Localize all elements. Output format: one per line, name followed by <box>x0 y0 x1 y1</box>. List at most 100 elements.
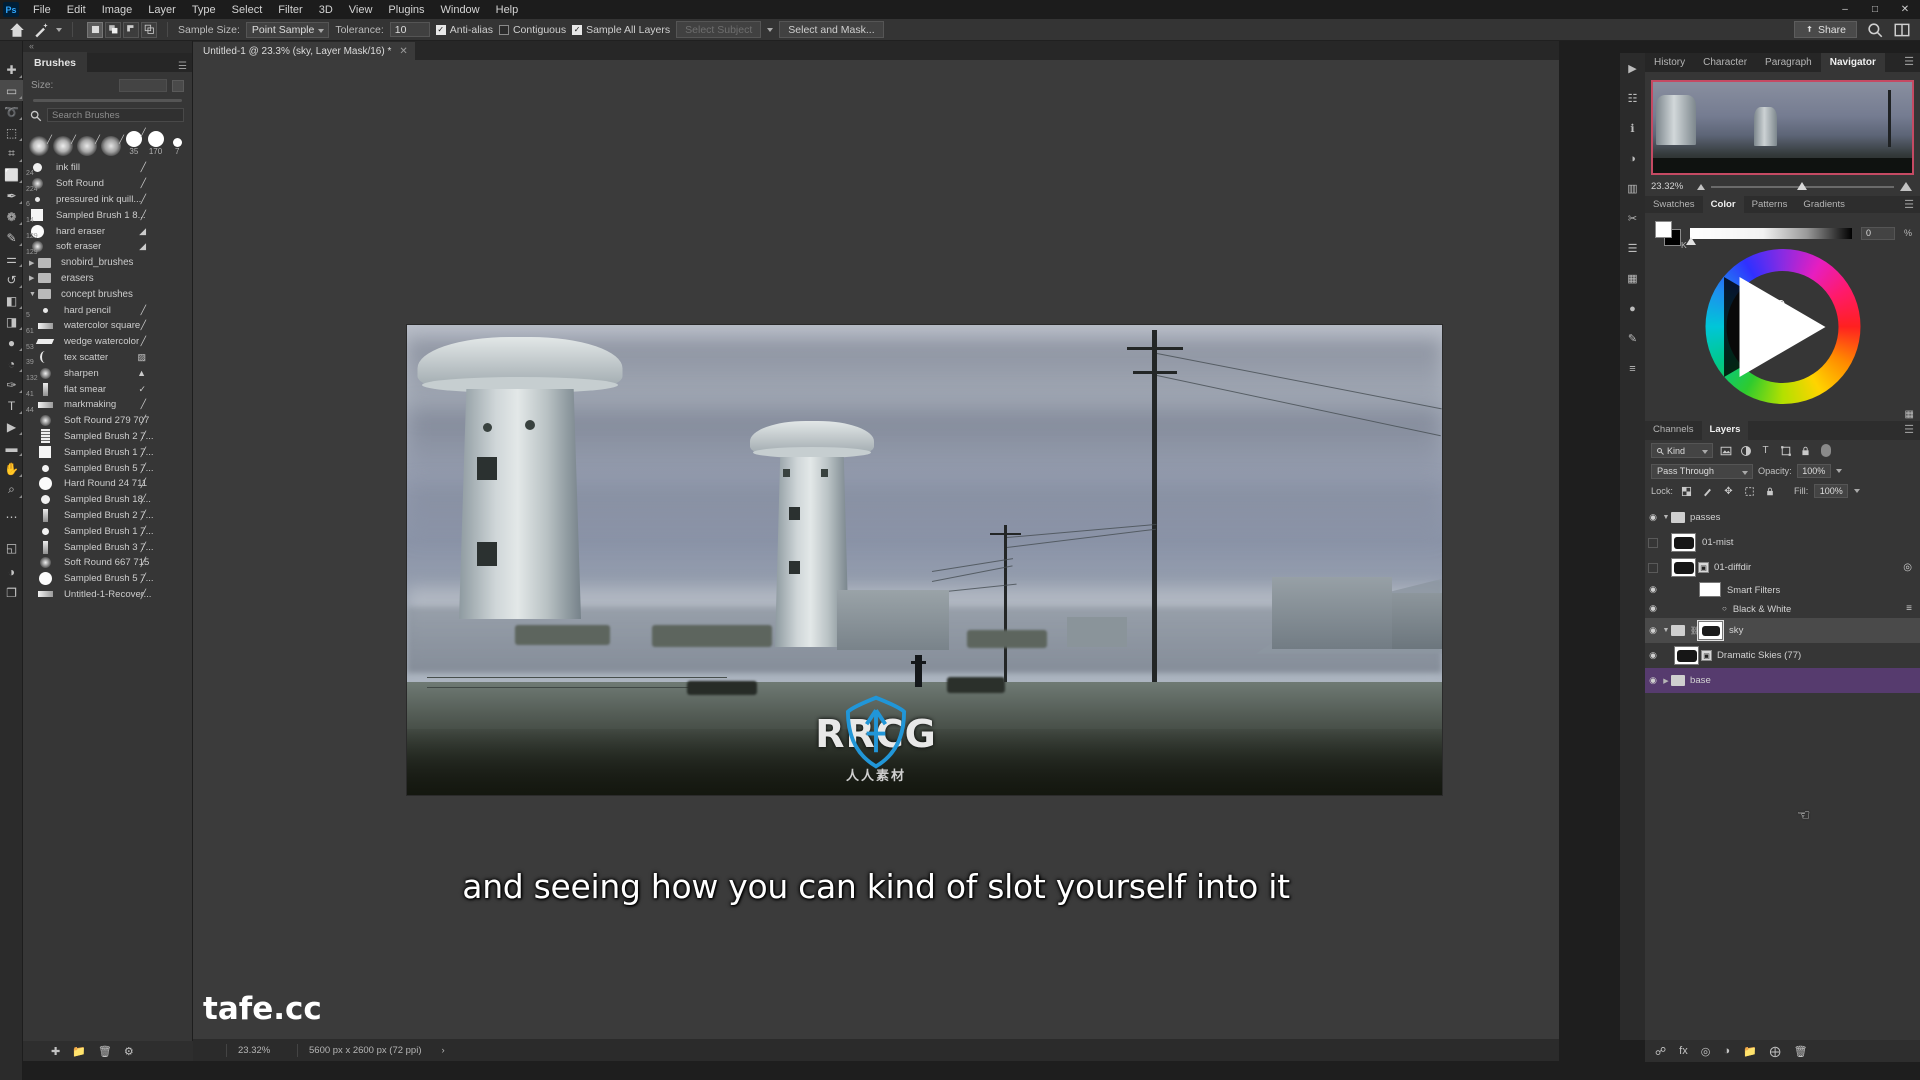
properties-icon[interactable]: ☰ <box>1622 238 1643 259</box>
select-subject-button[interactable]: Select Subject <box>676 21 762 38</box>
tab-brushes[interactable]: Brushes <box>23 52 88 72</box>
brush-item[interactable]: 61 watercolor square ╱ <box>23 318 192 334</box>
blur-tool[interactable]: ● <box>0 332 23 353</box>
navigator-zoom-knob[interactable] <box>1797 181 1807 190</box>
move-tool[interactable]: ✚ <box>0 59 23 80</box>
brush-item[interactable]: Sampled Brush 1 7... ╱ <box>23 444 192 460</box>
canvas-area[interactable]: RRCG 人人素材 and seeing how you can kind of… <box>193 60 1559 1039</box>
soft-round-preset-2[interactable]: ╱ <box>53 135 76 156</box>
brush-item[interactable]: Sampled Brush 18... ╱ <box>23 492 192 508</box>
pixel-filter-icon[interactable] <box>1718 443 1733 458</box>
brush-size-toggle-icon[interactable] <box>172 79 184 92</box>
hard-round-preset[interactable]: 35 ╱ <box>125 128 146 156</box>
foreground-color-swatch[interactable] <box>1655 221 1672 238</box>
layer-thumbnail[interactable] <box>1671 558 1696 577</box>
smart-object-filter-icon[interactable] <box>1798 443 1813 458</box>
screen-mode[interactable]: ❐ <box>0 582 23 603</box>
brush-group-snobird-brushes[interactable]: ▶ snobird_brushes <box>23 255 192 271</box>
menu-window[interactable]: Window <box>433 1 488 19</box>
settings-icon[interactable]: ≡ <box>1622 358 1643 379</box>
layer-row[interactable]: ◉ ▶ base <box>1645 668 1920 693</box>
tab-paragraph[interactable]: Paragraph <box>1756 53 1821 72</box>
smart-filter-mask-thumbnail[interactable] <box>1699 582 1721 597</box>
new-adjustment-layer-icon[interactable]: ◑ <box>1723 1045 1730 1057</box>
color-icon[interactable]: ● <box>1622 298 1643 319</box>
panel-menu-icon[interactable]: ☰ <box>178 61 192 72</box>
brushes-icon[interactable]: ✎ <box>1622 328 1643 349</box>
navigator-view-box[interactable] <box>1651 80 1914 175</box>
tolerance-input[interactable]: 10 <box>389 22 430 37</box>
visibility-toggle-icon[interactable]: ◉ <box>1645 650 1661 661</box>
color-swatches[interactable] <box>1655 221 1681 246</box>
chart-icon[interactable]: ☷ <box>1622 88 1643 109</box>
chevron-down-icon[interactable]: ▼ <box>29 291 38 298</box>
tab-swatches[interactable]: Swatches <box>1645 196 1703 213</box>
delete-icon[interactable]: 🗑 <box>98 1045 112 1058</box>
visibility-toggle-icon[interactable]: ◉ <box>1645 512 1661 523</box>
object-selection-tool[interactable]: ⬚ <box>0 122 23 143</box>
smart-filter-icon[interactable]: ◎ <box>1903 562 1912 573</box>
color-wheel[interactable] <box>1645 247 1920 407</box>
tab-navigator[interactable]: Navigator <box>1820 53 1885 72</box>
filter-visibility-icon[interactable]: ○ <box>1722 604 1727 613</box>
visibility-toggle-icon[interactable]: ◉ <box>1645 625 1661 636</box>
pen-tool[interactable]: ✑ <box>0 374 23 395</box>
color-wheel-selector[interactable] <box>1777 300 1785 308</box>
type-tool[interactable]: T <box>0 395 23 416</box>
tab-channels[interactable]: Channels <box>1645 421 1702 440</box>
layer-row[interactable]: ◉ ▼ ⛓ sky <box>1645 618 1920 643</box>
arrange-documents-icon[interactable] <box>1893 21 1911 39</box>
opacity-input[interactable]: 100% <box>1796 464 1831 478</box>
contiguous-checkbox[interactable]: Contiguous <box>498 24 566 36</box>
home-icon[interactable] <box>8 21 26 39</box>
brush-item[interactable]: Hard Round 24 711 ╱ <box>23 476 192 492</box>
brush-size-slider[interactable] <box>33 99 182 102</box>
chevron-right-icon[interactable]: ▶ <box>29 259 38 267</box>
share-button[interactable]: Share <box>1793 21 1857 38</box>
new-brush-icon[interactable]: ✚ <box>51 1045 60 1058</box>
spot-healing-brush-tool[interactable]: ❁ <box>0 206 23 227</box>
filter-enable-toggle[interactable] <box>1821 444 1831 457</box>
new-group-icon[interactable]: 📁 <box>1743 1045 1757 1058</box>
delete-layer-icon[interactable]: 🗑 <box>1794 1045 1808 1058</box>
zoom-out-icon[interactable] <box>1697 183 1705 190</box>
hand-tool[interactable]: ✋ <box>0 458 23 479</box>
adjustments-icon[interactable]: ◑ <box>1622 148 1643 169</box>
lock-position-icon[interactable]: ✥ <box>1721 484 1736 499</box>
menu-type[interactable]: Type <box>184 1 224 19</box>
lasso-tool[interactable]: ➰ <box>0 101 23 122</box>
tab-patterns[interactable]: Patterns <box>1744 196 1796 213</box>
new-layer-icon[interactable]: ⨁ <box>1770 1045 1781 1058</box>
new-selection-button[interactable] <box>87 21 103 38</box>
add-layer-style-icon[interactable]: fx <box>1679 1045 1688 1057</box>
layer-mask-thumbnail[interactable] <box>1697 620 1724 641</box>
type-filter-icon[interactable]: T <box>1758 443 1773 458</box>
shape-filter-icon[interactable] <box>1778 443 1793 458</box>
brush-item[interactable]: Sampled Brush 1 7... ╱ <box>23 523 192 539</box>
menu-help[interactable]: Help <box>488 1 527 19</box>
rectangular-marquee-tool[interactable]: ▭ <box>0 80 23 101</box>
add-layer-mask-icon[interactable]: ◎ <box>1701 1045 1711 1058</box>
dodge-tool[interactable]: ◔ <box>0 353 23 374</box>
zoom-tool[interactable]: ⌕ <box>0 479 23 500</box>
minimize-button[interactable]: – <box>1830 0 1860 19</box>
layer-thumbnail[interactable] <box>1671 533 1696 552</box>
navigator-zoom-slider[interactable] <box>1711 181 1894 190</box>
sample-size-select[interactable]: Point Sample <box>245 21 330 38</box>
brush-item[interactable]: 6 pressured ink quill... ╱ <box>23 192 192 208</box>
tab-character[interactable]: Character <box>1694 53 1756 72</box>
soft-round-preset-4[interactable]: ╱ <box>101 135 124 156</box>
soft-round-preset[interactable]: ╱ <box>29 135 52 156</box>
brush-item[interactable]: 39 tex scatter ▨ <box>23 350 192 366</box>
layer-thumbnail[interactable] <box>1674 646 1699 665</box>
visibility-toggle-icon[interactable] <box>1648 537 1658 548</box>
layer-filter-kind-select[interactable]: Kind <box>1651 443 1713 458</box>
history-brush-tool[interactable]: ↺ <box>0 269 23 290</box>
link-layers-icon[interactable]: ☍ <box>1655 1045 1666 1058</box>
menu-edit[interactable]: Edit <box>59 1 94 19</box>
brush-item[interactable]: 24 ink fill ╱ <box>23 160 192 176</box>
brush-item[interactable]: Sampled Brush 2 7... ╱ <box>23 429 192 445</box>
small-round-preset[interactable]: 7 <box>168 136 186 156</box>
lock-transparent-pixels-icon[interactable] <box>1679 484 1694 499</box>
brush-group-concept-brushes[interactable]: ▼ concept brushes <box>23 286 192 302</box>
